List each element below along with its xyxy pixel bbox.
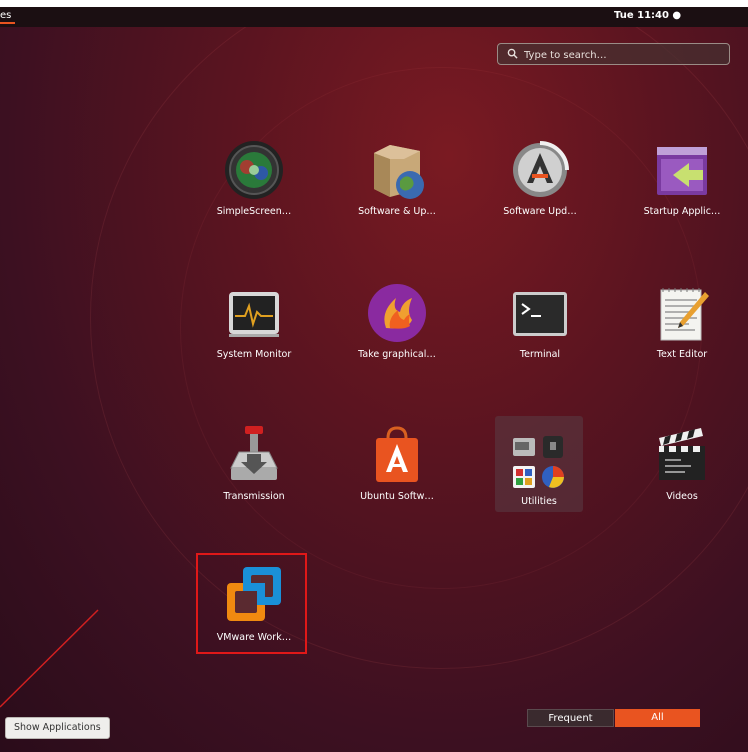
desktop-background: es Tue 11:40 ● SimpleScreen… Software bbox=[0, 7, 748, 752]
show-applications-tooltip: Show Applications bbox=[5, 717, 110, 739]
tab-frequent[interactable]: Frequent bbox=[527, 709, 614, 727]
tab-all[interactable]: All bbox=[615, 709, 700, 727]
annotation-arrow bbox=[0, 609, 99, 708]
